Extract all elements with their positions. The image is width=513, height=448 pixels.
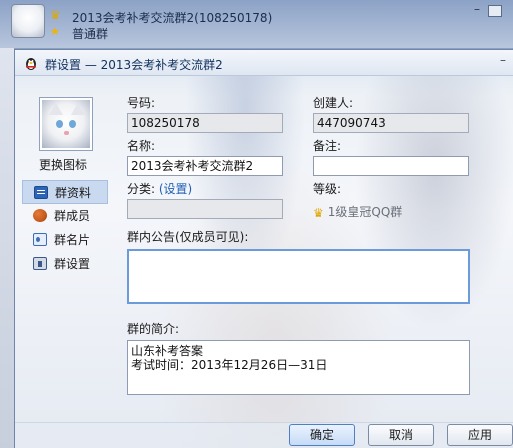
- group-avatar[interactable]: [11, 4, 45, 38]
- number-field: 108250178: [127, 113, 283, 133]
- cat-avatar: [42, 100, 90, 148]
- crown-icon: ♛: [50, 8, 61, 22]
- change-icon-link[interactable]: 更换图标: [39, 156, 87, 173]
- sidebar-item-label: 群成员: [54, 209, 91, 223]
- dialog-minimize-button[interactable]: –: [495, 54, 511, 69]
- sidebar-nav: 群资料 群成员 群名片 群设置: [22, 180, 108, 276]
- sidebar-item-label: 群名片: [54, 233, 91, 247]
- dialog-footer: [15, 422, 513, 448]
- qq-penguin-icon: [26, 58, 36, 70]
- remark-field[interactable]: [313, 156, 469, 176]
- name-label: 名称:: [127, 139, 156, 153]
- notice-textarea[interactable]: [127, 249, 470, 304]
- level-value: ♛ 1级皇冠QQ群: [313, 203, 402, 221]
- chat-subtitle: 普通群: [72, 27, 109, 41]
- remark-label: 备注:: [313, 139, 342, 153]
- crown-icon: ♛: [313, 205, 324, 220]
- notice-label: 群内公告(仅成员可见):: [127, 230, 249, 244]
- intro-textarea[interactable]: 山东补考答案 考试时间：2013年12月26日—31日: [127, 340, 470, 395]
- group-icon-preview[interactable]: [39, 97, 93, 151]
- level-label: 等级:: [313, 182, 342, 196]
- dialog-title: 群设置 — 2013会考补考交流群2: [45, 58, 223, 72]
- group-settings-dialog: 群设置 — 2013会考补考交流群2 – 更换图标 群资料 群成员 群名片 群设…: [14, 49, 513, 448]
- apply-button[interactable]: 应用: [447, 424, 513, 446]
- sidebar-item-settings[interactable]: 群设置: [22, 252, 108, 276]
- chat-title: 2013会考补考交流群2(108250178): [72, 11, 273, 25]
- sidebar-item-label: 群资料: [55, 186, 92, 200]
- minimize-button[interactable]: –: [468, 2, 486, 18]
- level-text: 1级皇冠QQ群: [327, 205, 403, 219]
- category-settings-link[interactable]: (设置): [159, 182, 192, 196]
- dialog-titlebar[interactable]: 群设置 — 2013会考补考交流群2 –: [15, 50, 513, 76]
- star-icon: ★: [50, 25, 60, 38]
- intro-label: 群的简介:: [127, 322, 180, 336]
- creator-field: 447090743: [313, 113, 469, 133]
- chat-left-strip: [0, 48, 14, 448]
- sidebar-item-label: 群设置: [54, 257, 91, 271]
- ok-button[interactable]: 确定: [289, 424, 355, 446]
- category-label: 分类: (设置): [127, 180, 192, 197]
- creator-label: 创建人:: [313, 96, 354, 110]
- sidebar-item-group-info[interactable]: 群资料: [22, 180, 108, 204]
- members-icon: [33, 209, 47, 222]
- category-field[interactable]: [127, 199, 283, 219]
- sidebar-item-card[interactable]: 群名片: [22, 228, 108, 252]
- cancel-button[interactable]: 取消: [368, 424, 434, 446]
- number-label: 号码:: [127, 96, 156, 110]
- sidebar-item-members[interactable]: 群成员: [22, 204, 108, 228]
- info-icon: [34, 186, 48, 199]
- card-icon: [33, 233, 47, 246]
- name-field[interactable]: 2013会考补考交流群2: [127, 156, 283, 176]
- maximize-button[interactable]: [488, 5, 502, 17]
- category-label-text: 分类:: [127, 182, 156, 196]
- settings-icon: [33, 257, 47, 270]
